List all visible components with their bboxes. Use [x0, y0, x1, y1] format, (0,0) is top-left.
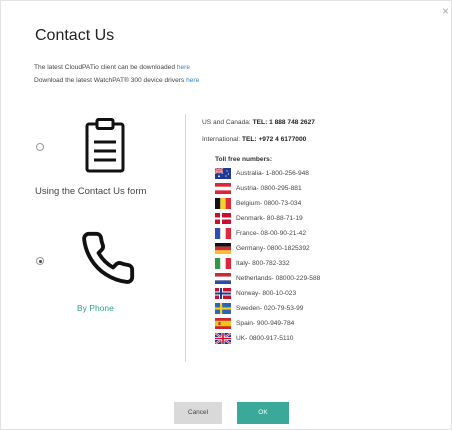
country-belgium: Belgium- 0800-73-034 [236, 200, 302, 207]
country-row-belgium: Belgium- 0800-73-034 [215, 197, 301, 210]
country-row-france: France- 08-00-90-21-42 [215, 227, 306, 240]
phone-option-label[interactable]: By Phone [77, 303, 114, 313]
country-row-norway: Norway- 800-10-023 [215, 287, 296, 300]
country-row-netherlands: Netherlands- 08000-229-588 [215, 272, 320, 285]
contact-us-dialog: × Contact Us The latest CloudPATio clien… [0, 0, 452, 430]
phone-radio[interactable] [36, 257, 44, 265]
austria-flag-icon [215, 183, 231, 194]
country-row-sweden: Sweden- 020-79-53-99 [215, 302, 303, 315]
country-row-austria: Austria- 0800-295-881 [215, 182, 302, 195]
cancel-button[interactable]: Cancel [174, 402, 222, 424]
country-row-uk: UK- 0800-917-5110 [215, 332, 293, 345]
france-flag-icon [215, 228, 231, 239]
us-canada-contact: US and Canada: TEL: 1 888 748 2627 [202, 119, 315, 126]
germany-flag-icon [215, 243, 231, 254]
sweden-flag-icon [215, 303, 231, 314]
toll-free-heading: Toll free numbers: [215, 156, 273, 163]
country-germany: Germany- 0800-1825392 [236, 245, 310, 252]
international-contact: International: TEL: +972 4 6177000 [202, 136, 306, 143]
belgium-flag-icon [215, 198, 231, 209]
uk-flag-icon [215, 333, 231, 344]
country-australia: Australia- 1-800-256-948 [236, 170, 309, 177]
country-row-italy: Italy- 800-782-332 [215, 257, 290, 270]
contact-form-radio[interactable] [36, 143, 44, 151]
spain-flag-icon [215, 318, 231, 329]
country-row-australia: Australia- 1-800-256-948 [215, 167, 309, 180]
close-icon[interactable]: × [442, 5, 452, 17]
dialog-title: Contact Us [35, 27, 115, 44]
country-austria: Austria- 0800-295-881 [236, 185, 302, 192]
client-download-info: The latest CloudPATio client can be down… [34, 64, 190, 71]
international-number: TEL: +972 4 6177000 [241, 136, 307, 143]
country-netherlands: Netherlands- 08000-229-588 [236, 275, 321, 282]
international-prefix: International: [202, 136, 241, 143]
driver-download-link[interactable]: here [186, 77, 199, 84]
norway-flag-icon [215, 288, 231, 299]
client-download-text: The latest CloudPATio client can be down… [34, 64, 175, 71]
us-canada-number: TEL: 1 888 748 2627 [252, 119, 315, 126]
country-row-germany: Germany- 0800-1825392 [215, 242, 310, 255]
country-row-spain: Spain- 900-949-784 [215, 317, 294, 330]
country-spain: Spain- 900-949-784 [236, 320, 295, 327]
country-norway: Norway- 800-10-023 [236, 290, 297, 297]
phone-icon[interactable] [79, 229, 137, 287]
client-download-link[interactable]: here [177, 64, 190, 71]
netherlands-flag-icon [215, 273, 231, 284]
country-france: France- 08-00-90-21-42 [236, 230, 307, 237]
driver-download-info: Download the latest WatchPAT® 300 device… [34, 77, 199, 84]
driver-download-text: Download the latest WatchPAT® 300 device… [34, 77, 185, 84]
denmark-flag-icon [215, 213, 231, 224]
country-italy: Italy- 800-782-332 [236, 260, 290, 267]
vertical-divider [185, 114, 186, 362]
country-sweden: Sweden- 020-79-53-99 [236, 305, 304, 312]
clipboard-icon[interactable] [84, 118, 126, 174]
us-canada-prefix: US and Canada: [202, 119, 251, 126]
country-denmark: Denmark- 80-88-71-19 [236, 215, 303, 222]
country-uk: UK- 0800-917-5110 [236, 335, 294, 342]
australia-flag-icon [215, 168, 231, 179]
contact-form-label[interactable]: Using the Contact Us form [35, 186, 146, 197]
italy-flag-icon [215, 258, 231, 269]
country-row-denmark: Denmark- 80-88-71-19 [215, 212, 303, 225]
ok-button[interactable]: OK [237, 402, 289, 424]
